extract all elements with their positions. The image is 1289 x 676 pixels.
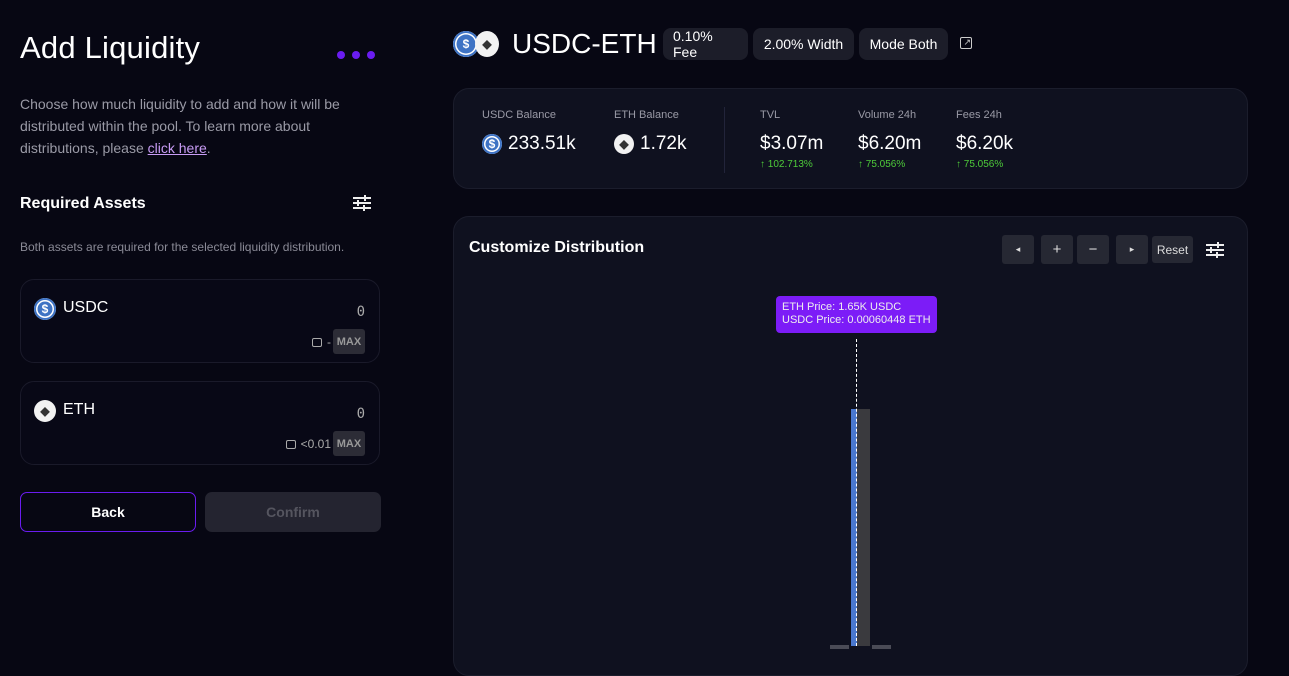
- back-button[interactable]: Back: [20, 492, 196, 532]
- usdc-icon: $: [482, 134, 502, 154]
- eth-icon: ◆: [34, 400, 56, 422]
- pool-title: USDC-ETH: [512, 28, 657, 59]
- wallet-icon: [312, 337, 322, 347]
- reset-button[interactable]: Reset: [1152, 236, 1193, 263]
- required-assets-title: Required Assets: [20, 195, 146, 212]
- wallet-icon: [285, 439, 296, 449]
- pool-stats-card: USDC Balance $233.51k ETH Balance ◆ 1.72k T…: [453, 88, 1248, 189]
- divider: [724, 107, 725, 173]
- fee-badge: 0.10% Fee: [663, 28, 748, 60]
- pan-right-button[interactable]: ▸: [1116, 235, 1148, 264]
- price-tooltip: ETH Price: 1.65K USDC USDC Price: 0.00060…: [776, 296, 937, 333]
- usdc-max-button[interactable]: MAX: [333, 329, 365, 354]
- page-title: Add Liquidity: [20, 30, 201, 65]
- usdc-amount-input[interactable]: 0: [357, 304, 365, 320]
- zoom-in-button[interactable]: +: [1041, 235, 1073, 264]
- more-options-icon[interactable]: [337, 51, 375, 59]
- pair-icons: $ ◆: [453, 31, 499, 57]
- eth-max-button[interactable]: MAX: [333, 431, 365, 456]
- required-assets-subtitle: Both assets are required for the selecte…: [20, 240, 345, 254]
- settings-sliders-icon[interactable]: [353, 195, 371, 211]
- usdc-amount-card[interactable]: $ USDC 0 - MAX: [20, 279, 380, 363]
- distribution-settings-icon[interactable]: [1206, 242, 1224, 258]
- confirm-button[interactable]: Confirm: [205, 492, 381, 532]
- mode-badge: Mode Both: [859, 28, 948, 60]
- eth-icon: ◆: [614, 134, 634, 154]
- usdc-icon: $: [34, 298, 56, 320]
- distribution-title: Customize Distribution: [469, 239, 645, 256]
- zoom-out-button[interactable]: −: [1077, 235, 1109, 264]
- eth-amount-input[interactable]: 0: [357, 406, 365, 422]
- eth-amount-card[interactable]: ◆ ETH 0 <0.01 MAX: [20, 381, 380, 465]
- width-badge: 2.00% Width: [753, 28, 854, 60]
- pan-left-button[interactable]: ◂: [1002, 235, 1034, 264]
- current-price-line: [856, 339, 857, 646]
- description: Choose how much liquidity to add and how…: [20, 96, 340, 156]
- range-handle-right[interactable]: [872, 645, 891, 649]
- eth-liquidity-bar[interactable]: [857, 409, 870, 646]
- external-link-icon[interactable]: ↗: [960, 37, 972, 49]
- range-handle-left[interactable]: [830, 645, 849, 649]
- click-here-link[interactable]: click here: [148, 140, 207, 156]
- eth-icon: ◆: [475, 31, 499, 57]
